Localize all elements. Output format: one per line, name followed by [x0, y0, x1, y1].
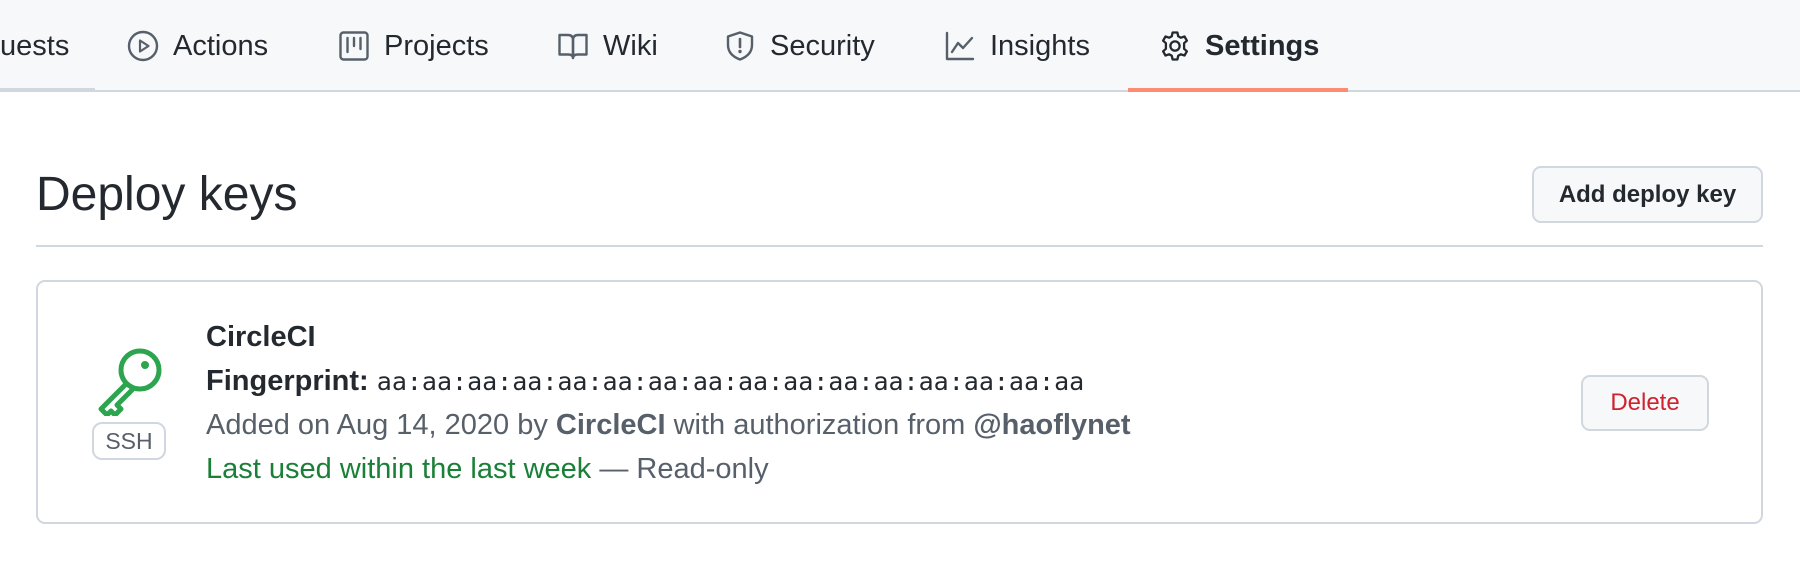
ssh-badge: SSH [92, 422, 166, 460]
tab-label: Security [770, 29, 875, 62]
fingerprint-value: aa:aa:aa:aa:aa:aa:aa:aa:aa:aa:aa:aa:aa:a… [376, 367, 1085, 396]
access-level: — Read-only [599, 453, 769, 485]
tab-settings[interactable]: Settings [1159, 0, 1319, 92]
tab-underline-pull-requests [0, 88, 95, 92]
tab-label: Settings [1205, 29, 1320, 62]
fingerprint-label: Fingerprint: [206, 365, 369, 397]
page-title: Deploy keys [36, 168, 298, 221]
last-used-text: Last used within the last week [206, 453, 592, 485]
tab-pull-requests[interactable]: uests [0, 0, 69, 92]
shield-icon [726, 31, 754, 61]
usage-info: Last used within the last week — Read-on… [206, 452, 769, 486]
added-info: Added on Aug 14, 2020 by CircleCI with a… [206, 408, 1131, 442]
tab-security[interactable]: Security [724, 0, 875, 92]
tab-label: Wiki [603, 29, 658, 62]
active-tab-underline [1128, 88, 1348, 92]
tab-label: Actions [173, 29, 269, 62]
header-divider [36, 245, 1763, 247]
added-prefix: Added on Aug 14, 2020 by [206, 409, 548, 441]
tab-wiki[interactable]: Wiki [557, 0, 658, 92]
added-by: CircleCI [555, 409, 666, 441]
delete-button[interactable]: Delete [1581, 375, 1709, 431]
deploy-key-name: CircleCI [206, 321, 316, 353]
repo-nav: uests Actions Projects Wiki Security Ins… [0, 0, 1800, 92]
deploy-key-item: SSH CircleCI Fingerprint: aa:aa:aa:aa:aa… [36, 280, 1763, 524]
fingerprint-line: Fingerprint: aa:aa:aa:aa:aa:aa:aa:aa:aa:… [206, 364, 1084, 399]
tab-insights[interactable]: Insights [944, 0, 1090, 92]
key-icon [98, 348, 162, 416]
tab-projects[interactable]: Projects [338, 0, 489, 92]
authorized-by: @haoflynet [973, 409, 1131, 441]
tab-actions[interactable]: Actions [127, 0, 268, 92]
add-deploy-key-button[interactable]: Add deploy key [1532, 166, 1763, 223]
tab-label: uests [0, 29, 70, 62]
graph-icon [945, 31, 975, 61]
tab-label: Insights [990, 29, 1090, 62]
book-icon [558, 33, 588, 60]
tab-label: Projects [384, 29, 489, 62]
project-board-icon [339, 31, 369, 61]
added-middle: with authorization from [673, 409, 966, 441]
play-circle-icon [127, 30, 159, 62]
gear-icon [1161, 31, 1189, 61]
